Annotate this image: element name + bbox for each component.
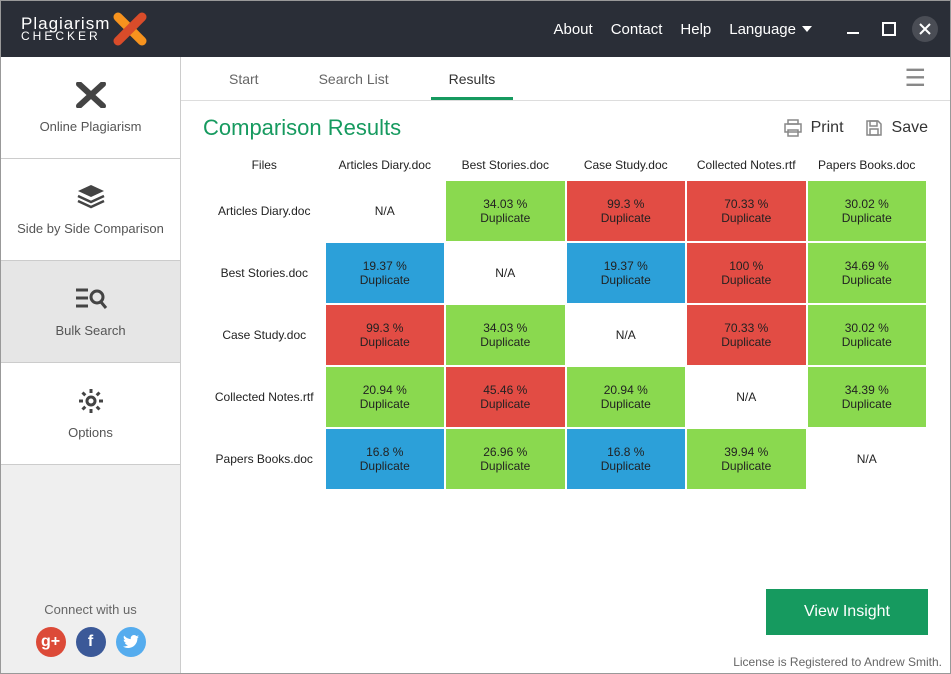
save-button[interactable]: Save [864, 118, 928, 138]
row-header: Papers Books.doc [204, 428, 325, 490]
comparison-cell[interactable]: N/A [566, 304, 687, 366]
menu-help[interactable]: Help [680, 21, 711, 38]
app-logo: Plagiarism Checker [21, 11, 148, 47]
facebook-icon[interactable]: f [76, 627, 106, 657]
x-icon [76, 81, 106, 109]
close-button[interactable] [912, 16, 938, 42]
column-header: Collected Notes.rtf [686, 150, 807, 180]
title-bar: Plagiarism Checker About Contact Help La… [1, 1, 950, 57]
comparison-cell[interactable]: 70.33 %Duplicate [686, 304, 807, 366]
sidebar-item-bulk-search[interactable]: Bulk Search [1, 261, 180, 363]
chevron-down-icon [802, 26, 812, 32]
comparison-cell[interactable]: 70.33 %Duplicate [686, 180, 807, 242]
comparison-cell[interactable]: 30.02 %Duplicate [807, 304, 928, 366]
hamburger-menu-icon[interactable]: ☰ [904, 57, 932, 100]
table-row: Articles Diary.docN/A34.03 %Duplicate99.… [204, 180, 927, 242]
comparison-cell[interactable]: 34.69 %Duplicate [807, 242, 928, 304]
connect-label: Connect with us [1, 602, 180, 617]
comparison-cell[interactable]: 99.3 %Duplicate [325, 304, 446, 366]
sidebar-item-label: Options [68, 425, 113, 440]
sidebar-item-side-by-side[interactable]: Side by Side Comparison [1, 159, 180, 261]
tab-search-list[interactable]: Search List [289, 57, 419, 100]
list-search-icon [74, 285, 108, 313]
row-header: Collected Notes.rtf [204, 366, 325, 428]
comparison-cell[interactable]: 34.03 %Duplicate [445, 304, 566, 366]
page-title: Comparison Results [203, 115, 401, 141]
maximize-button[interactable] [876, 16, 902, 42]
comparison-cell[interactable]: N/A [445, 242, 566, 304]
row-header: Case Study.doc [204, 304, 325, 366]
files-header: Files [204, 150, 325, 180]
sidebar-item-label: Side by Side Comparison [17, 221, 164, 236]
row-header: Best Stories.doc [204, 242, 325, 304]
tab-bar: Start Search List Results ☰ [181, 57, 950, 101]
row-header: Articles Diary.doc [204, 180, 325, 242]
comparison-cell[interactable]: 30.02 %Duplicate [807, 180, 928, 242]
print-label: Print [811, 119, 844, 137]
sidebar-item-label: Online Plagiarism [40, 119, 142, 134]
comparison-cell[interactable]: 20.94 %Duplicate [325, 366, 446, 428]
table-row: Best Stories.doc19.37 %DuplicateN/A19.37… [204, 242, 927, 304]
gear-icon [78, 387, 104, 415]
layers-icon [76, 183, 106, 211]
print-icon [783, 118, 803, 138]
column-header: Articles Diary.doc [325, 150, 446, 180]
sidebar: Online Plagiarism Side by Side Compariso… [1, 57, 181, 673]
view-insight-button[interactable]: View Insight [766, 589, 928, 635]
sidebar-item-online-plagiarism[interactable]: Online Plagiarism [1, 57, 180, 159]
sidebar-item-options[interactable]: Options [1, 363, 180, 465]
menu-language[interactable]: Language [729, 21, 812, 38]
menu-contact[interactable]: Contact [611, 21, 663, 38]
tab-results[interactable]: Results [419, 57, 526, 100]
comparison-cell[interactable]: 99.3 %Duplicate [566, 180, 687, 242]
table-row: Collected Notes.rtf20.94 %Duplicate45.46… [204, 366, 927, 428]
sidebar-item-label: Bulk Search [55, 323, 125, 338]
tab-start[interactable]: Start [199, 57, 289, 100]
table-row: Case Study.doc99.3 %Duplicate34.03 %Dupl… [204, 304, 927, 366]
column-header: Case Study.doc [566, 150, 687, 180]
comparison-cell[interactable]: N/A [807, 428, 928, 490]
print-button[interactable]: Print [783, 118, 844, 138]
logo-x-icon [112, 11, 148, 47]
minimize-button[interactable] [840, 16, 866, 42]
language-label: Language [729, 21, 796, 38]
comparison-cell[interactable]: 45.46 %Duplicate [445, 366, 566, 428]
comparison-cell[interactable]: 20.94 %Duplicate [566, 366, 687, 428]
save-label: Save [892, 119, 928, 137]
comparison-cell[interactable]: 34.39 %Duplicate [807, 366, 928, 428]
comparison-cell[interactable]: 100 %Duplicate [686, 242, 807, 304]
twitter-icon[interactable] [116, 627, 146, 657]
table-row: Papers Books.doc16.8 %Duplicate26.96 %Du… [204, 428, 927, 490]
comparison-cell[interactable]: 16.8 %Duplicate [566, 428, 687, 490]
license-text: License is Registered to Andrew Smith. [181, 653, 950, 673]
comparison-table: Files Articles Diary.docBest Stories.doc… [203, 149, 928, 491]
comparison-cell[interactable]: 34.03 %Duplicate [445, 180, 566, 242]
menu-about[interactable]: About [553, 21, 592, 38]
comparison-cell[interactable]: 16.8 %Duplicate [325, 428, 446, 490]
comparison-cell[interactable]: 19.37 %Duplicate [566, 242, 687, 304]
column-header: Best Stories.doc [445, 150, 566, 180]
comparison-cell[interactable]: 19.37 %Duplicate [325, 242, 446, 304]
comparison-cell[interactable]: 26.96 %Duplicate [445, 428, 566, 490]
comparison-cell[interactable]: N/A [325, 180, 446, 242]
google-plus-icon[interactable]: g+ [36, 627, 66, 657]
column-header: Papers Books.doc [807, 150, 928, 180]
save-icon [864, 118, 884, 138]
comparison-cell[interactable]: 39.94 %Duplicate [686, 428, 807, 490]
connect-section: Connect with us g+ f [1, 588, 180, 673]
comparison-cell[interactable]: N/A [686, 366, 807, 428]
